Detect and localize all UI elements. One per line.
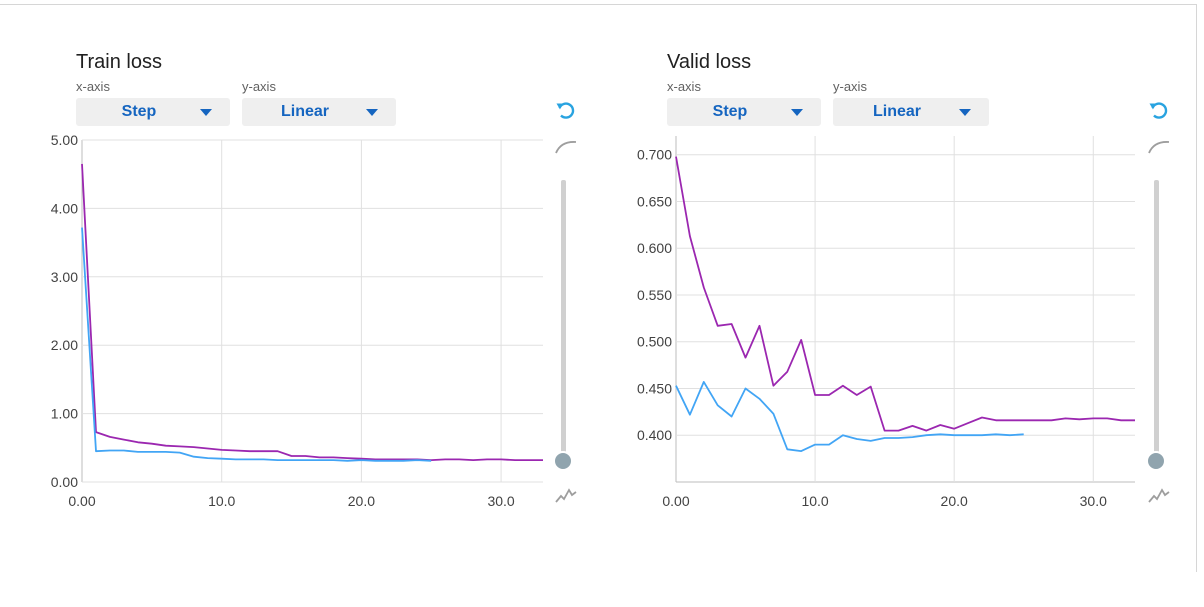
x-tick-label: 0.00 xyxy=(662,493,689,509)
x-tick-label: 20.0 xyxy=(348,493,375,509)
right-border xyxy=(1196,4,1197,572)
y-tick-label: 0.00 xyxy=(51,474,78,490)
slider-handle[interactable] xyxy=(553,451,573,471)
y-tick-label: 0.400 xyxy=(637,427,672,443)
slider-handle[interactable] xyxy=(1146,451,1166,471)
x-tick-label: 10.0 xyxy=(208,493,235,509)
smooth-curve-icon[interactable] xyxy=(555,141,577,154)
series-line-1 xyxy=(81,227,432,462)
y-tick-label: 0.700 xyxy=(637,147,672,163)
raw-line-icon[interactable] xyxy=(1148,488,1170,503)
valid-loss-card: Valid loss x-axis y-axis Step Linear 0.4… xyxy=(592,0,1192,600)
y-tick-label: 1.00 xyxy=(51,406,78,422)
smoothing-slider[interactable] xyxy=(1146,180,1166,471)
y-tick-label: 5.00 xyxy=(51,132,78,148)
x-tick-label: 0.00 xyxy=(68,493,95,509)
slider-track xyxy=(1154,180,1159,461)
x-tick-label: 10.0 xyxy=(801,493,828,509)
y-tick-label: 0.500 xyxy=(637,334,672,350)
reset-icon[interactable] xyxy=(556,102,575,119)
y-tick-label: 0.650 xyxy=(637,193,672,209)
y-tick-label: 2.00 xyxy=(51,337,78,353)
y-tick-label: 0.600 xyxy=(637,240,672,256)
slider-track xyxy=(561,180,566,461)
plot-area: 0.00 1.00 2.00 3.00 4.00 5.00 0.00 10.0 20.0 30.0 xyxy=(51,132,543,509)
y-tick-label: 0.550 xyxy=(637,287,672,303)
train-loss-card: Train loss x-axis y-axis Step Linear 0.0… xyxy=(0,0,600,600)
raw-line-icon[interactable] xyxy=(555,488,577,503)
x-tick-label: 20.0 xyxy=(941,493,968,509)
smooth-curve-icon[interactable] xyxy=(1148,141,1170,154)
chart-svg: 0.00 1.00 2.00 3.00 4.00 5.00 0.00 10.0 20.0 30.0 xyxy=(51,102,577,509)
smoothing-slider[interactable] xyxy=(553,180,573,471)
x-tick-label: 30.0 xyxy=(1080,493,1107,509)
y-tick-label: 0.450 xyxy=(637,380,672,396)
x-tick-label: 30.0 xyxy=(487,493,514,509)
chart-svg: 0.400 0.450 0.500 0.550 0.600 0.650 0.700 0.00 1… xyxy=(637,102,1170,509)
series-line-1 xyxy=(675,380,1024,453)
reset-icon[interactable] xyxy=(1149,102,1168,119)
y-tick-label: 4.00 xyxy=(51,200,78,216)
y-tick-label: 3.00 xyxy=(51,269,78,285)
plot-area: 0.400 0.450 0.500 0.550 0.600 0.650 0.700 0.00 1… xyxy=(637,136,1135,509)
